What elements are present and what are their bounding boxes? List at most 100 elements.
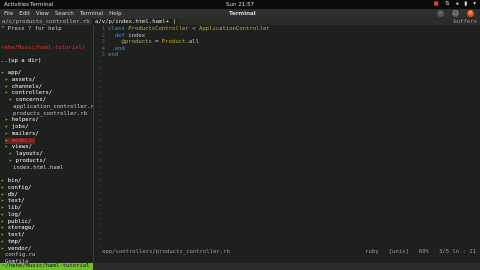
tree-dir[interactable]: ▸ lib/ [1, 205, 21, 211]
close-button[interactable]: × [467, 10, 474, 17]
tree-dir[interactable]: ▸ helpers/ [5, 117, 39, 123]
empty-line-tilde: ~ [98, 144, 102, 151]
tab-index-haml[interactable]: a/v/p/index.html.haml+ | [92, 18, 179, 25]
tree-entry-label: storage/ [7, 225, 35, 232]
tree-dir[interactable]: ▸ assets/ [5, 77, 35, 83]
tree-entry-label: test/ [7, 198, 25, 205]
tree-dir[interactable]: ▸ log/ [1, 212, 21, 218]
tree-up-dir[interactable]: ..(up a dir) [1, 58, 41, 64]
tree-root-path[interactable]: <ehe/Music/haml-tutorial/ [1, 45, 85, 51]
vim-tabline: a/c/products_controller.rb a/v/p/index.h… [0, 18, 480, 25]
empty-line-tilde: ~ [98, 177, 102, 184]
empty-line-tilde: ~ [98, 78, 102, 85]
code-line[interactable]: end [108, 46, 125, 52]
code-line[interactable]: @products = Product.all [108, 39, 198, 45]
empty-line-tilde: ~ [98, 237, 102, 244]
empty-line-tilde: ~ [98, 230, 102, 237]
code-token: ApplicationController [198, 26, 270, 32]
folder-marker-icon: ▸ [1, 184, 8, 191]
tree-file[interactable]: application_controller.rb [13, 104, 93, 110]
editor-pane[interactable]: 1 class ProductsController < ApplicationC… [95, 25, 480, 263]
folder-marker-icon: ▸ [5, 83, 12, 90]
folder-marker-icon: ▸ [1, 238, 8, 245]
tree-entry-label: controllers/ [11, 90, 53, 97]
vim-window[interactable]: a/c/products_controller.rb a/v/p/index.h… [0, 18, 480, 270]
tree-dir[interactable]: ▸ jobs/ [5, 124, 29, 130]
tree-entry-label: models/ [11, 137, 36, 144]
tree-dir[interactable]: ▸ app/ [1, 70, 21, 76]
folder-marker-icon: ▸ [1, 70, 8, 76]
folder-marker-icon: ▸ [9, 97, 16, 103]
tree-dir[interactable]: ▸ concerns/ [9, 97, 46, 103]
empty-line-tilde: ~ [98, 85, 102, 92]
tree-entry-label: products_controller.rb [13, 110, 88, 117]
status-filetype: ruby [365, 249, 379, 255]
code-line[interactable]: def index [108, 33, 145, 39]
empty-line-tilde: ~ [98, 197, 102, 204]
empty-line-tilde: ~ [98, 158, 102, 164]
tree-dir[interactable]: ▸ storage/ [1, 225, 35, 231]
volume-icon: ◂ [455, 1, 459, 7]
menu-item[interactable]: Help [109, 11, 122, 17]
folder-marker-icon: ▸ [5, 130, 12, 137]
empty-line-tilde: ~ [98, 111, 102, 118]
tree-dir[interactable]: ▸ tmp/ [1, 239, 21, 245]
tree-dir[interactable]: ▸ test/ [1, 232, 25, 238]
tree-entry-label: db/ [7, 191, 18, 198]
folder-marker-icon: ▸ [5, 124, 12, 130]
code-line[interactable]: end [108, 52, 118, 58]
empty-line-tilde: ~ [98, 217, 102, 224]
empty-line-tilde: ~ [98, 184, 102, 191]
tree-dir[interactable]: ▸ db/ [1, 192, 18, 198]
app-menu-button[interactable]: Terminal [30, 2, 53, 8]
tree-dir[interactable]: ▸ models/ [5, 137, 36, 144]
tree-dir[interactable]: ▸ layouts/ [9, 151, 43, 157]
tree-entry-label: layouts/ [15, 151, 43, 157]
tree-entry-label: bin/ [7, 178, 22, 184]
tree-dir[interactable]: ▸ public/ [1, 219, 31, 225]
folder-marker-icon: ▸ [1, 232, 8, 238]
line-number: 5 [101, 52, 105, 59]
maximize-button[interactable]: □ [452, 10, 459, 17]
clock[interactable]: Sun 21:57 [226, 2, 254, 8]
code-token: class [108, 26, 129, 32]
empty-line-tilde: ~ [98, 72, 102, 79]
tree-dir[interactable]: ▸ channels/ [5, 84, 42, 90]
tree-entry-label: helpers/ [11, 117, 39, 124]
tree-dir[interactable]: ▸ products/ [9, 158, 46, 164]
folder-marker-icon: ▸ [1, 218, 8, 225]
nerdtree-pane[interactable]: " Press ? for help <ehe/Music/haml-tutor… [0, 25, 93, 263]
menu-item[interactable]: View [36, 11, 49, 17]
tree-entry-label: config/ [7, 184, 32, 191]
tree-entry-label: concerns/ [15, 97, 47, 103]
tree-dir[interactable]: ▸ test/ [1, 198, 25, 204]
tree-entry-label: test/ [7, 232, 25, 238]
folder-marker-icon: ▸ [1, 191, 8, 198]
tree-entry-label: channels/ [11, 83, 43, 90]
menu-item[interactable]: Search [55, 11, 74, 17]
menu-item[interactable]: Edit [19, 11, 30, 17]
system-indicators[interactable]: ■ ⇅ ◂ ▮ ▾ [434, 1, 476, 7]
tree-dir[interactable]: ▸ mailers/ [5, 131, 39, 137]
tree-entry-label: mailers/ [11, 130, 39, 137]
tree-dir[interactable]: ▸ config/ [1, 185, 31, 191]
folder-marker-icon: ▸ [1, 178, 8, 184]
line-number: 2 [101, 32, 105, 39]
tree-dir[interactable]: ▸ bin/ [1, 178, 21, 184]
tree-file[interactable]: products_controller.rb [13, 111, 87, 117]
tree-file[interactable]: index.html.haml [13, 165, 64, 171]
minimize-button[interactable]: – [437, 10, 444, 17]
code-token: index [128, 32, 146, 39]
menu-item[interactable]: Terminal [80, 11, 103, 17]
tree-entry-label: app/ [7, 70, 22, 76]
tree-dir[interactable]: ▸ views/ [5, 144, 32, 150]
menu-item[interactable]: File [4, 11, 13, 17]
tree-dir[interactable]: ▸ controllers/ [5, 90, 52, 96]
empty-line-tilde: ~ [98, 65, 102, 72]
buffers-label: buffers [453, 18, 477, 25]
tab-products-controller[interactable]: a/c/products_controller.rb [2, 19, 90, 25]
empty-line-tilde: ~ [98, 98, 102, 105]
activities-button[interactable]: Activities [4, 2, 29, 8]
code-line[interactable]: class ProductsController < ApplicationCo… [108, 26, 270, 32]
